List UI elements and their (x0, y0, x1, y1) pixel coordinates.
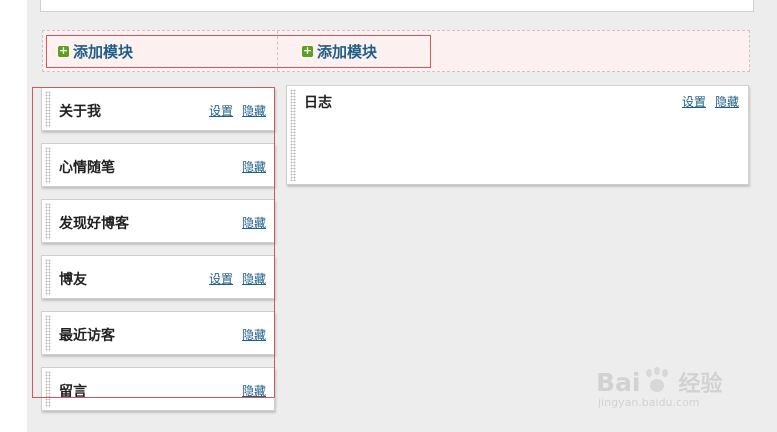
hide-link[interactable]: 隐藏 (715, 95, 739, 109)
watermark-logo-text: Bai (596, 367, 641, 397)
hide-link[interactable]: 隐藏 (242, 384, 266, 398)
watermark-logo: Bai 经验 (596, 366, 723, 398)
drag-handle-icon[interactable] (45, 371, 51, 407)
module-discover-blogs[interactable]: 发现好博客 隐藏 (41, 199, 275, 243)
settings-link[interactable]: 设置 (209, 104, 233, 118)
module-title: 日志 (304, 95, 332, 111)
module-about-me[interactable]: 关于我 设置 隐藏 (41, 87, 275, 131)
module-title: 博友 (59, 272, 87, 288)
add-module-label: 添加模块 (317, 42, 378, 61)
paw-icon (643, 367, 673, 395)
add-module-zone: + 添加模块 + 添加模块 (42, 30, 750, 72)
settings-link[interactable]: 设置 (682, 95, 706, 109)
add-module-button-left[interactable]: + 添加模块 (58, 40, 133, 62)
module-diary[interactable]: 日志 设置 隐藏 (286, 85, 749, 185)
watermark-url: jingyan.baidu.com (598, 396, 700, 409)
watermark-logo-text-cn: 经验 (678, 372, 723, 397)
hide-link[interactable]: 隐藏 (242, 328, 266, 342)
add-module-label: 添加模块 (73, 42, 134, 61)
module-actions: 设置 隐藏 (673, 93, 739, 110)
module-recent-visitors[interactable]: 最近访客 隐藏 (41, 311, 275, 355)
module-actions: 设置 隐藏 (200, 102, 266, 119)
add-module-button-right[interactable]: + 添加模块 (302, 40, 377, 62)
drag-handle-icon[interactable] (45, 91, 51, 127)
plus-icon: + (58, 43, 69, 57)
plus-icon: + (302, 43, 313, 57)
hide-link[interactable]: 隐藏 (242, 272, 266, 286)
module-title: 最近访客 (59, 328, 115, 344)
hide-link[interactable]: 隐藏 (242, 216, 266, 230)
drag-handle-icon[interactable] (45, 147, 51, 183)
hide-link[interactable]: 隐藏 (242, 104, 266, 118)
module-actions: 隐藏 (233, 214, 266, 231)
module-actions: 隐藏 (233, 158, 266, 175)
module-title: 留言 (59, 384, 87, 400)
drag-handle-icon[interactable] (45, 203, 51, 239)
baidu-jingyan-watermark: Bai 经验 jingyan.baidu.com (596, 348, 756, 412)
settings-link[interactable]: 设置 (209, 272, 233, 286)
drag-handle-icon[interactable] (45, 259, 51, 295)
module-title: 关于我 (59, 104, 101, 120)
module-title: 发现好博客 (59, 216, 129, 232)
hide-link[interactable]: 隐藏 (242, 160, 266, 174)
module-mood-notes[interactable]: 心情随笔 隐藏 (41, 143, 275, 187)
module-title: 心情随笔 (59, 160, 115, 176)
module-guestbook[interactable]: 留言 隐藏 (41, 367, 275, 411)
drag-handle-icon[interactable] (45, 315, 51, 351)
module-actions: 设置 隐藏 (200, 270, 266, 287)
module-actions: 隐藏 (233, 326, 266, 343)
top-panel (40, 0, 754, 12)
drag-handle-icon[interactable] (290, 89, 296, 181)
module-actions: 隐藏 (233, 382, 266, 399)
module-blog-friends[interactable]: 博友 设置 隐藏 (41, 255, 275, 299)
